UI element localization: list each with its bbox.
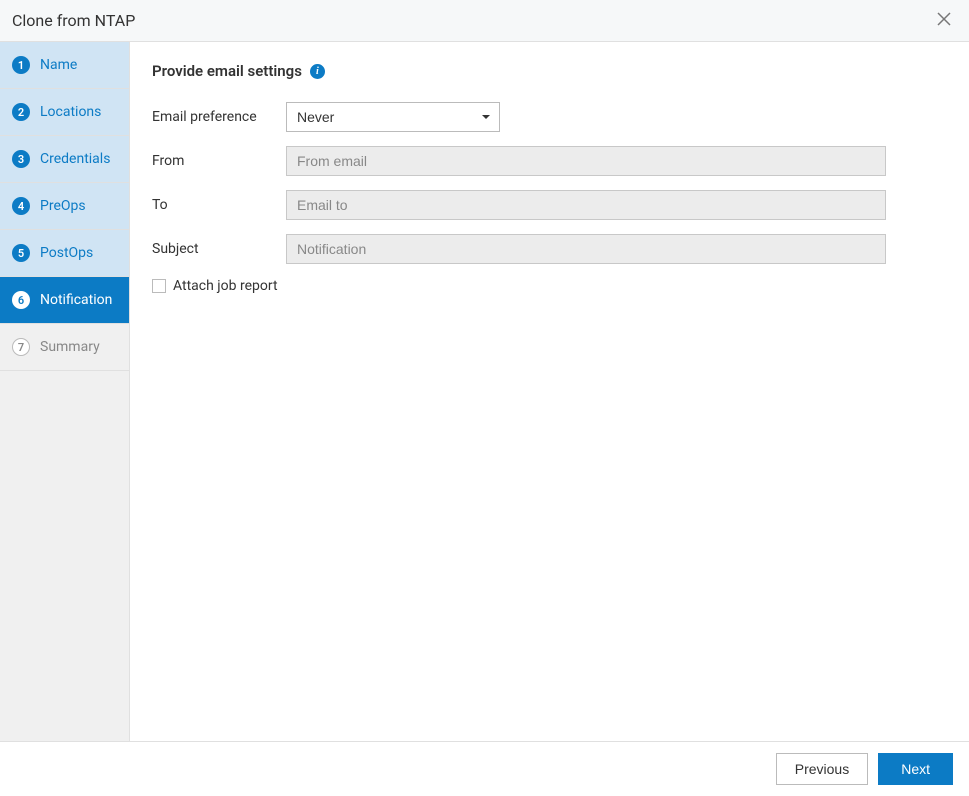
- section-title: Provide email settings i: [152, 62, 941, 80]
- label-email-preference: Email preference: [152, 109, 286, 125]
- step-label: PostOps: [40, 245, 93, 261]
- row-subject: Subject: [152, 234, 941, 264]
- step-name[interactable]: 1 Name: [0, 42, 129, 89]
- label-subject: Subject: [152, 241, 286, 257]
- step-label: Summary: [40, 339, 100, 355]
- section-title-text: Provide email settings: [152, 62, 302, 80]
- email-preference-select-wrapper: Never: [286, 102, 500, 132]
- main-content: Provide email settings i Email preferenc…: [130, 42, 969, 741]
- row-from: From: [152, 146, 941, 176]
- next-button[interactable]: Next: [878, 753, 953, 785]
- dialog-footer: Previous Next: [0, 741, 969, 796]
- step-badge: 3: [12, 150, 30, 168]
- row-to: To: [152, 190, 941, 220]
- step-badge: 4: [12, 197, 30, 215]
- dialog-body: 1 Name 2 Locations 3 Credentials 4 PreOp…: [0, 42, 969, 741]
- step-badge: 6: [12, 291, 30, 309]
- subject-input[interactable]: [286, 234, 886, 264]
- email-preference-select[interactable]: Never: [286, 102, 500, 132]
- step-badge: 1: [12, 56, 30, 74]
- step-badge: 5: [12, 244, 30, 262]
- step-label: Credentials: [40, 151, 110, 167]
- label-from: From: [152, 153, 286, 169]
- step-label: Name: [40, 57, 77, 73]
- dialog-title: Clone from NTAP: [12, 11, 135, 30]
- step-label: Notification: [40, 292, 112, 308]
- step-badge: 7: [12, 338, 30, 356]
- step-postops[interactable]: 5 PostOps: [0, 230, 129, 277]
- to-input[interactable]: [286, 190, 886, 220]
- attach-report-label[interactable]: Attach job report: [173, 278, 278, 294]
- info-icon[interactable]: i: [310, 64, 325, 79]
- previous-button[interactable]: Previous: [776, 753, 868, 785]
- row-email-preference: Email preference Never: [152, 102, 941, 132]
- step-locations[interactable]: 2 Locations: [0, 89, 129, 136]
- step-notification[interactable]: 6 Notification: [0, 277, 129, 324]
- step-summary[interactable]: 7 Summary: [0, 324, 129, 371]
- step-preops[interactable]: 4 PreOps: [0, 183, 129, 230]
- step-badge: 2: [12, 103, 30, 121]
- step-label: PreOps: [40, 198, 86, 214]
- label-to: To: [152, 197, 286, 213]
- step-credentials[interactable]: 3 Credentials: [0, 136, 129, 183]
- close-button[interactable]: [935, 10, 953, 31]
- close-icon: [937, 12, 951, 26]
- step-label: Locations: [40, 104, 101, 120]
- row-attach-report: Attach job report: [152, 278, 941, 294]
- attach-report-checkbox[interactable]: [152, 279, 166, 293]
- dialog-header: Clone from NTAP: [0, 0, 969, 42]
- from-input[interactable]: [286, 146, 886, 176]
- wizard-sidebar: 1 Name 2 Locations 3 Credentials 4 PreOp…: [0, 42, 130, 741]
